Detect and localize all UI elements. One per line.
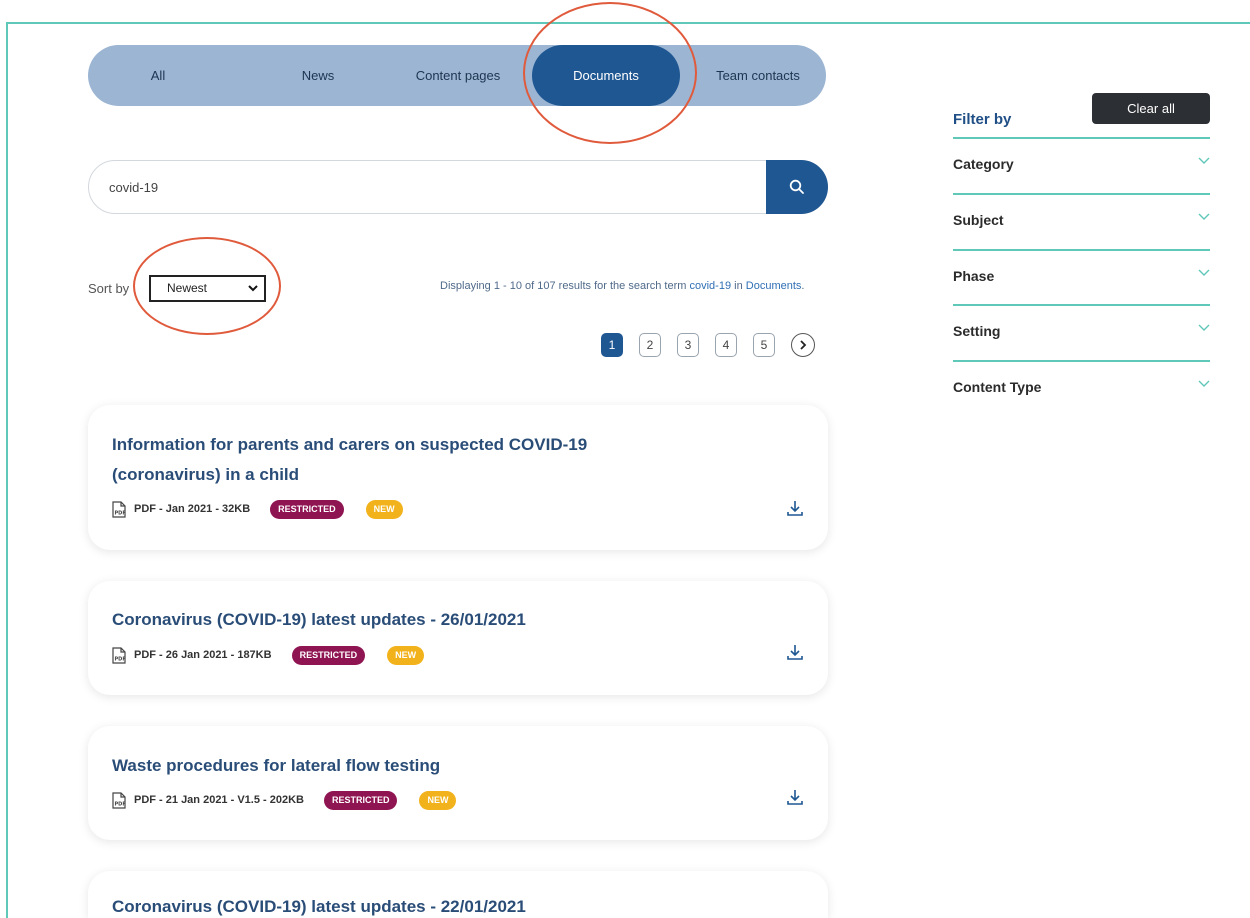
pdf-file-icon: PDF: [112, 646, 126, 664]
download-icon[interactable]: [784, 786, 806, 808]
tab-all[interactable]: All: [118, 45, 198, 106]
svg-text:PDF: PDF: [115, 801, 126, 807]
filter-phase[interactable]: Phase: [953, 249, 1210, 303]
svg-text:PDF: PDF: [115, 510, 126, 516]
download-icon[interactable]: [784, 497, 806, 519]
results-prefix: Displaying: [440, 280, 491, 292]
document-meta: PDF PDF - Jan 2021 - 32KB RESTRICTED NEW: [112, 498, 403, 520]
document-card: Information for parents and carers on su…: [88, 405, 828, 550]
document-meta: PDF PDF - 21 Jan 2021 - V1.5 - 202KB RES…: [112, 789, 457, 811]
results-in-text: in: [734, 280, 743, 292]
results-term: covid-19: [689, 280, 732, 292]
sort-label: Sort by: [88, 281, 130, 296]
filter-category[interactable]: Category: [953, 137, 1210, 191]
document-meta: PDF PDF - 26 Jan 2021 - 187KB RESTRICTED…: [112, 644, 425, 666]
new-badge: NEW: [387, 645, 425, 665]
download-icon[interactable]: [784, 641, 806, 663]
chevron-down-icon: [1198, 380, 1210, 387]
filter-label: Setting: [953, 323, 1001, 339]
page-3[interactable]: 3: [677, 333, 699, 357]
pdf-file-icon: PDF: [112, 791, 126, 809]
page-2[interactable]: 2: [639, 333, 661, 357]
chevron-down-icon: [1198, 213, 1210, 220]
restricted-badge: RESTRICTED: [270, 499, 344, 519]
document-meta-text: PDF - 26 Jan 2021 - 187KB: [134, 649, 272, 661]
restricted-badge: RESTRICTED: [291, 645, 366, 665]
filter-setting[interactable]: Setting: [953, 304, 1210, 358]
results-section: Documents: [745, 280, 802, 292]
page-1[interactable]: 1: [601, 333, 623, 357]
document-title-link[interactable]: Coronavirus (COVID-19) latest updates - …: [112, 605, 526, 635]
next-page-button[interactable]: [791, 333, 815, 357]
page-4[interactable]: 4: [715, 333, 737, 357]
new-badge: NEW: [365, 499, 403, 519]
tab-team-contacts[interactable]: Team contacts: [688, 45, 828, 106]
chevron-down-icon: [1198, 269, 1210, 276]
document-title-line: Information for parents and carers on su…: [112, 435, 588, 454]
results-suffix: .: [801, 280, 805, 292]
results-count-text: of 107 results for the search term: [525, 280, 687, 292]
results-range: 1 - 10: [493, 280, 522, 292]
filter-content-type[interactable]: Content Type: [953, 360, 1210, 414]
page-5[interactable]: 5: [753, 333, 775, 357]
pdf-file-icon: PDF: [112, 500, 126, 518]
filter-label: Phase: [953, 268, 995, 284]
search-input[interactable]: [109, 161, 759, 213]
search-icon: [789, 179, 804, 194]
chevron-right-icon: [800, 340, 807, 350]
new-badge: NEW: [419, 790, 457, 810]
filter-label: Category: [953, 156, 1014, 172]
search-bar: [88, 160, 828, 214]
document-meta-text: PDF - 21 Jan 2021 - V1.5 - 202KB: [134, 794, 304, 806]
tab-content-pages[interactable]: Content pages: [393, 45, 523, 106]
tab-news[interactable]: News: [268, 45, 368, 106]
clear-all-button[interactable]: Clear all: [1092, 93, 1210, 124]
chevron-down-icon: [1198, 324, 1210, 331]
document-card: Coronavirus (COVID-19) latest updates - …: [88, 871, 828, 918]
sort-selected-value: Newest: [167, 281, 208, 295]
sort-select[interactable]: Newest: [149, 275, 266, 302]
search-scope-tabs: All News Content pages Documents Team co…: [88, 45, 826, 106]
document-title-link[interactable]: Coronavirus (COVID-19) latest updates - …: [112, 892, 526, 918]
filter-title: Filter by: [953, 111, 1012, 128]
tab-documents[interactable]: Documents: [532, 45, 680, 106]
filter-subject[interactable]: Subject: [953, 193, 1210, 247]
document-title-link[interactable]: Information for parents and carers on su…: [112, 430, 587, 490]
document-card: Coronavirus (COVID-19) latest updates - …: [88, 581, 828, 695]
restricted-badge: RESTRICTED: [323, 790, 398, 810]
search-button[interactable]: [766, 160, 828, 214]
chevron-down-icon: [248, 285, 258, 292]
chevron-down-icon: [1198, 157, 1210, 164]
document-title-link[interactable]: Waste procedures for lateral flow testin…: [112, 751, 440, 781]
filter-label: Content Type: [953, 379, 1042, 395]
document-title-line: (coronavirus) in a child: [112, 465, 300, 484]
document-card: Waste procedures for lateral flow testin…: [88, 726, 828, 840]
document-meta-text: PDF - Jan 2021 - 32KB: [134, 503, 251, 515]
results-summary: Displaying 1 - 10 of 107 results for the…: [440, 280, 804, 292]
filter-label: Subject: [953, 212, 1004, 228]
svg-text:PDF: PDF: [115, 656, 126, 662]
